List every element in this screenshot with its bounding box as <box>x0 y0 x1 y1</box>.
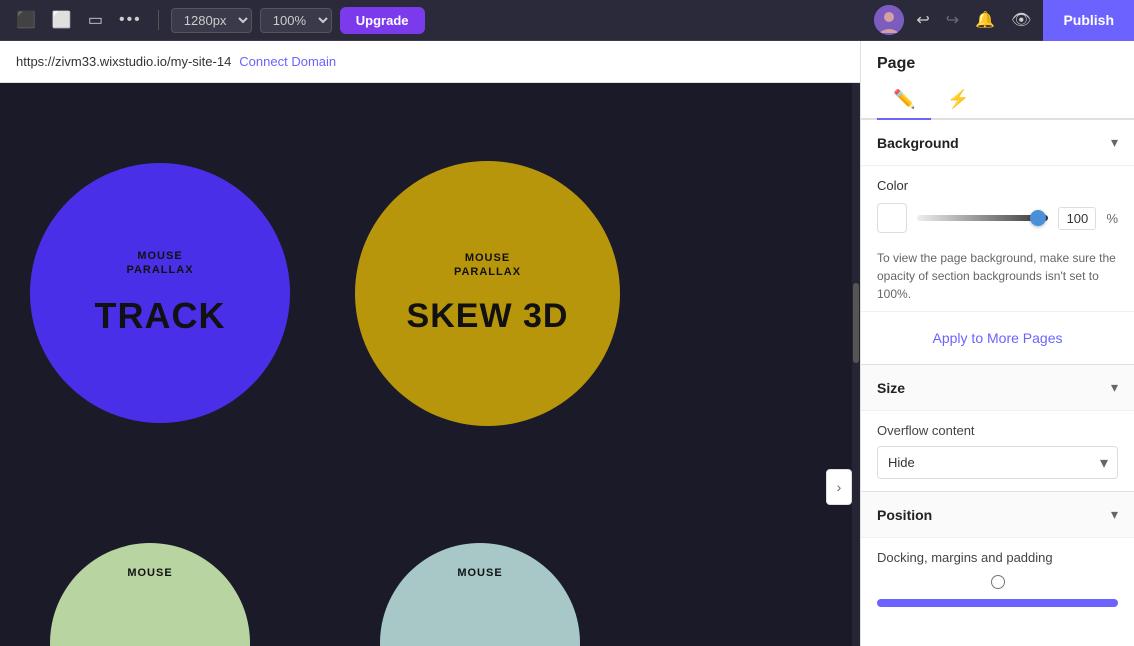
circle-green-top-label: MOUSE <box>127 567 172 579</box>
tab-design[interactable]: ✏️ <box>877 81 931 120</box>
collapse-chevron-icon: › <box>837 479 842 495</box>
connect-domain-link[interactable]: Connect Domain <box>239 54 336 69</box>
size-section-header[interactable]: Size ▾ <box>861 364 1134 411</box>
opacity-unit: % <box>1106 211 1118 226</box>
apply-more-pages-button[interactable]: Apply to More Pages <box>877 320 1118 356</box>
canvas-scrollbar[interactable] <box>852 83 860 646</box>
panel-collapse-arrow[interactable]: › <box>826 469 852 505</box>
background-section-header[interactable]: Background ▾ <box>861 120 1134 166</box>
upgrade-button[interactable]: Upgrade <box>340 7 425 34</box>
docking-label: Docking, margins and padding <box>877 550 1118 565</box>
undo-icon[interactable]: ↩ <box>912 6 933 34</box>
circle-yellow-top-label: MOUSEPARALLAX <box>454 251 521 280</box>
panel-toggle-icon[interactable]: ⬛ <box>12 10 40 30</box>
size-section-title: Size <box>877 380 905 396</box>
circle-teal: MOUSE <box>380 543 580 646</box>
circle-purple: MOUSEPARALLAX TRACK <box>30 163 290 423</box>
redo-icon[interactable]: ↪ <box>942 6 963 34</box>
publish-button[interactable]: Publish <box>1043 0 1134 41</box>
background-note: To view the page background, make sure t… <box>861 249 1134 303</box>
size-chevron-icon: ▾ <box>1111 379 1118 396</box>
tab-lightning[interactable]: ⚡ <box>931 81 985 120</box>
opacity-value-input[interactable] <box>1058 207 1096 230</box>
preview-icon[interactable]: 👁 <box>1007 6 1035 34</box>
circle-green: MOUSE <box>50 543 250 646</box>
position-section-title: Position <box>877 507 932 523</box>
panel-title: Page <box>861 41 1134 73</box>
circle-yellow-main-label: SKEW 3D <box>407 297 569 336</box>
color-label: Color <box>877 178 1118 193</box>
overflow-select[interactable]: Hide Scroll Visible <box>877 446 1118 479</box>
position-section: Position ▾ <box>861 491 1134 538</box>
docking-bar <box>877 599 1118 607</box>
circle-yellow: MOUSEPARALLAX SKEW 3D <box>355 161 620 426</box>
canvas-scrollbar-thumb[interactable] <box>853 283 859 363</box>
opacity-slider-thumb[interactable] <box>1030 210 1046 226</box>
circle-purple-top-label: MOUSEPARALLAX <box>126 249 193 278</box>
docking-radio[interactable] <box>991 575 1005 589</box>
panel-toggle2-icon[interactable]: ⬜ <box>48 10 76 30</box>
position-section-header[interactable]: Position ▾ <box>861 491 1134 538</box>
background-section: Background ▾ Color % To view the page ba… <box>861 120 1134 364</box>
right-panel: Page ✏️ ⚡ Background ▾ Color <box>860 41 1134 646</box>
docking-section: Docking, margins and padding <box>861 538 1134 619</box>
overflow-label: Overflow content <box>877 423 1118 438</box>
notifications-icon[interactable]: 🔔 <box>971 6 999 34</box>
color-swatch[interactable] <box>877 203 907 233</box>
panel-toggle3-icon[interactable]: ▭ <box>84 10 107 30</box>
position-chevron-icon: ▾ <box>1111 506 1118 523</box>
resolution-select[interactable]: 1280px <box>171 8 252 33</box>
size-section: Size ▾ Overflow content Hide Scroll Visi… <box>861 364 1134 491</box>
page-url: https://zivm33.wixstudio.io/my-site-14 <box>16 54 231 69</box>
avatar[interactable] <box>874 5 904 35</box>
lightning-tab-icon: ⚡ <box>947 89 969 109</box>
circle-purple-main-label: TRACK <box>95 295 226 337</box>
circle-teal-top-label: MOUSE <box>457 567 502 579</box>
zoom-select[interactable]: 100% <box>260 8 332 33</box>
user-avatar-image <box>874 5 904 35</box>
design-tab-icon: ✏️ <box>893 89 915 109</box>
background-section-title: Background <box>877 135 959 151</box>
more-options-icon[interactable]: ••• <box>115 11 146 29</box>
background-chevron-icon: ▾ <box>1111 134 1118 151</box>
